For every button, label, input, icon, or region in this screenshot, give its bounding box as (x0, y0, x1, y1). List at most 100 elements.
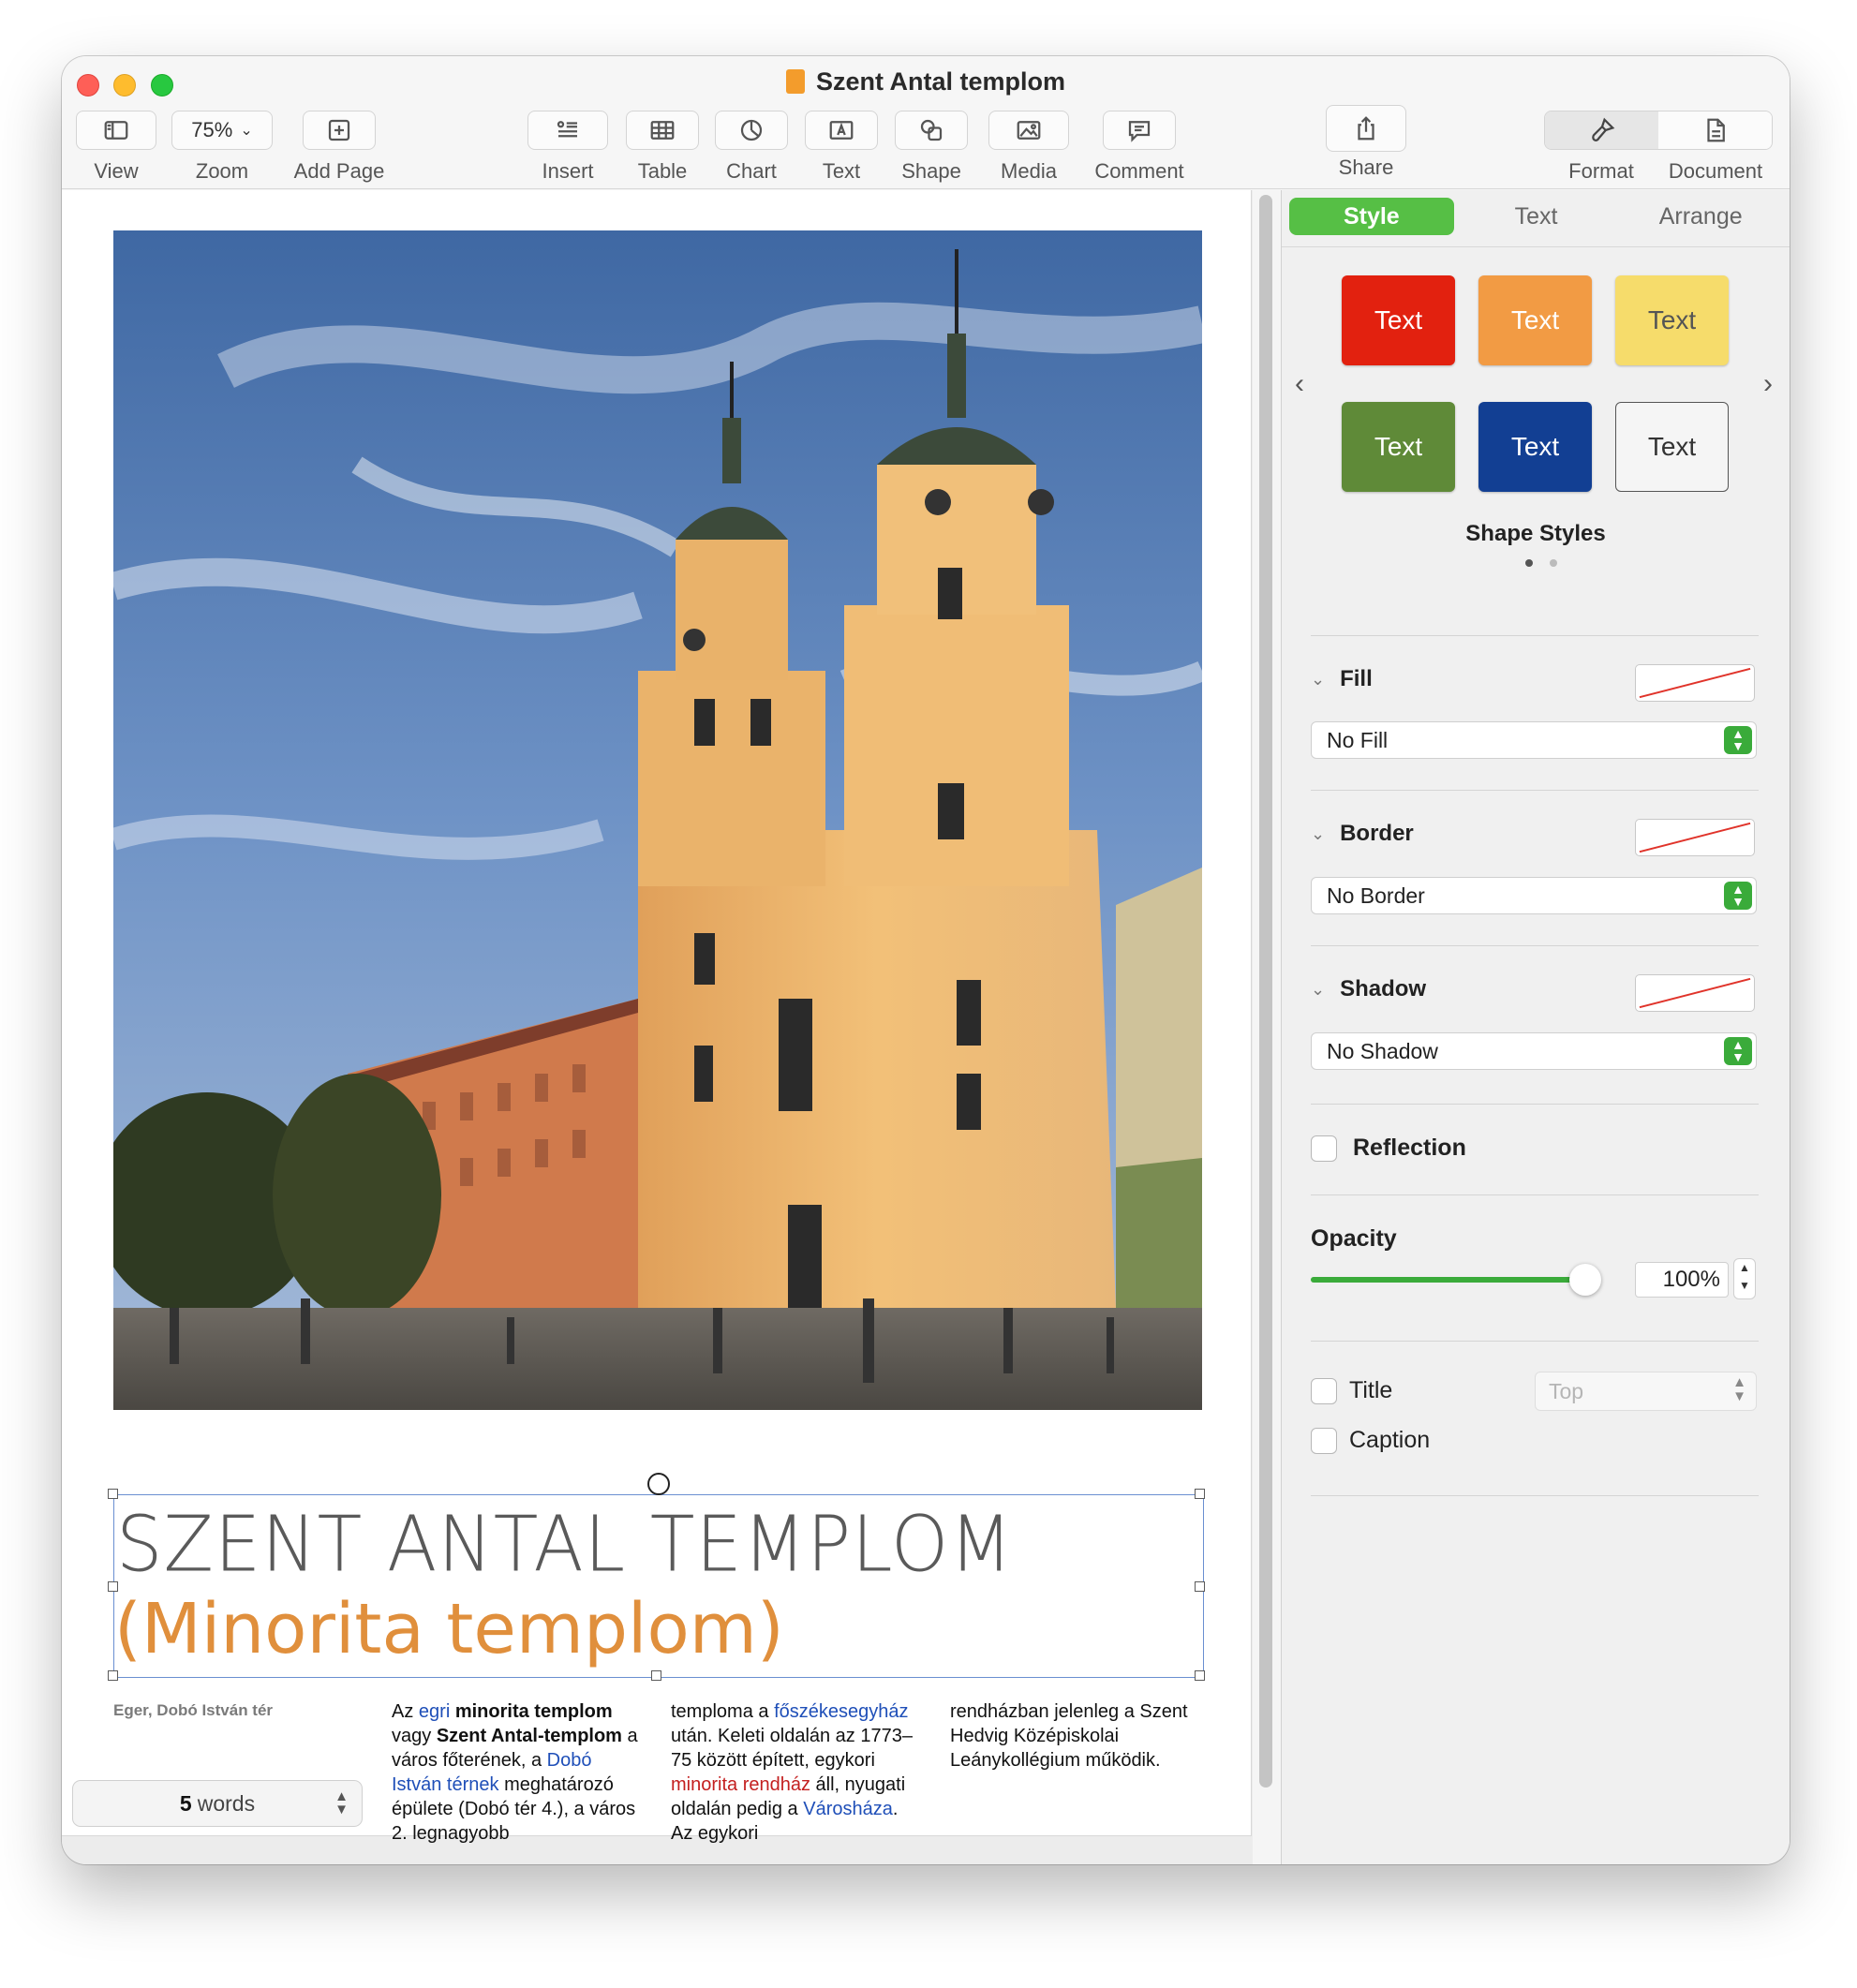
chart-icon[interactable] (715, 111, 788, 150)
body-column-3[interactable]: rendházban jelenleg a Szent Hedvig Közép… (950, 1699, 1201, 1773)
divider (1282, 246, 1790, 247)
table-tool[interactable]: Table (625, 111, 700, 184)
shape-icon[interactable] (895, 111, 968, 150)
title-checkbox-label: Title (1349, 1377, 1393, 1403)
link-foszekesegyhaz[interactable]: főszékesegyház (774, 1701, 908, 1722)
up-down-chevron-icon: ▲ ▼ (1724, 1037, 1752, 1065)
tab-text[interactable]: Text (1454, 198, 1619, 235)
sidebar-icon[interactable] (76, 111, 156, 150)
shape-tool[interactable]: Shape (894, 111, 969, 184)
share-icon[interactable] (1326, 105, 1406, 152)
comment-tool[interactable]: Comment (1088, 111, 1191, 184)
title-text-box[interactable]: SZENT ANTAL TEMPLOM (Minorita templom) (108, 1473, 1205, 1681)
resize-handle[interactable] (1195, 1581, 1205, 1592)
document-label: Document (1668, 159, 1763, 183)
text-box-icon[interactable] (805, 111, 878, 150)
up-down-chevron-icon: ▲ ▼ (1724, 726, 1752, 754)
document-icon[interactable] (1658, 111, 1772, 149)
shape-style-label: Text (1374, 432, 1423, 461)
link-minorita-rendhaz[interactable]: minorita rendház (671, 1774, 810, 1795)
shape-style-outline[interactable]: Text (1615, 402, 1729, 492)
format-inspector: Style Text Arrange ‹ › Text Text Text Te… (1281, 190, 1790, 1864)
chart-tool[interactable]: Chart (714, 111, 789, 184)
paintbrush-icon[interactable] (1545, 111, 1658, 149)
divider (1311, 1104, 1759, 1105)
rotate-handle[interactable] (647, 1473, 670, 1495)
word-count-label: words (197, 1790, 256, 1816)
divider (1311, 790, 1759, 791)
fill-section-header[interactable]: ⌄ Fill (1311, 666, 1373, 692)
body-text: Az (392, 1701, 419, 1722)
insert-icon[interactable] (527, 111, 608, 150)
vertical-scrollbar[interactable] (1259, 195, 1272, 1788)
resize-handle[interactable] (1195, 1489, 1205, 1499)
link-varoshaza[interactable]: Városháza (803, 1799, 893, 1819)
chevron-right-icon[interactable]: › (1763, 368, 1773, 400)
media-tool[interactable]: Media (987, 111, 1071, 184)
fill-color-well[interactable] (1635, 664, 1755, 702)
resize-handle[interactable] (108, 1489, 118, 1499)
tab-style[interactable]: Style (1289, 198, 1454, 235)
tab-arrange[interactable]: Arrange (1618, 198, 1783, 235)
title-checkbox[interactable] (1311, 1378, 1337, 1404)
opacity-field[interactable]: 100% (1635, 1262, 1729, 1298)
add-page-tool[interactable]: Add Page (292, 111, 386, 184)
add-page-label: Add Page (293, 159, 385, 183)
pages-document-icon (785, 69, 805, 94)
zoom-label: Zoom (195, 159, 249, 183)
text-tool[interactable]: Text (804, 111, 879, 184)
shape-style-blue[interactable]: Text (1478, 402, 1592, 492)
shape-style-green[interactable]: Text (1342, 402, 1455, 492)
shape-style-yellow[interactable]: Text (1615, 275, 1729, 365)
caption-checkbox[interactable] (1311, 1428, 1337, 1454)
page-dot-active[interactable] (1525, 559, 1533, 567)
caption-checkbox-label: Caption (1349, 1427, 1431, 1453)
view-tool[interactable]: View (75, 111, 157, 184)
shape-style-label: Text (1647, 305, 1697, 334)
document-page[interactable]: SZENT ANTAL TEMPLOM (Minorita templom) E… (62, 190, 1252, 1844)
shape-style-red[interactable]: Text (1342, 275, 1455, 365)
comment-icon[interactable] (1103, 111, 1176, 150)
document-title[interactable]: SZENT ANTAL TEMPLOM (116, 1501, 1014, 1590)
shape-style-orange[interactable]: Text (1478, 275, 1592, 365)
body-column-2[interactable]: temploma a főszékesegyház után. Keleti o… (671, 1699, 922, 1846)
resize-handle[interactable] (1195, 1670, 1205, 1681)
document-canvas[interactable]: SZENT ANTAL TEMPLOM (Minorita templom) E… (62, 190, 1272, 1864)
share-tool[interactable]: Share (1325, 105, 1407, 180)
border-color-well[interactable] (1635, 819, 1755, 856)
add-page-icon[interactable] (303, 111, 376, 150)
reflection-checkbox[interactable] (1311, 1135, 1337, 1162)
photo-icon[interactable] (988, 111, 1069, 150)
opacity-slider-knob[interactable] (1569, 1264, 1601, 1296)
divider (1311, 635, 1759, 636)
zoom-tool[interactable]: 75% ⌄ Zoom (171, 111, 274, 184)
shadow-popup[interactable]: No Shadow ▲ ▼ (1311, 1032, 1757, 1070)
document-subtitle[interactable]: (Minorita templom) (114, 1589, 784, 1669)
up-down-chevron-icon: ▲ ▼ (1732, 1374, 1746, 1404)
shadow-color-well[interactable] (1635, 974, 1755, 1012)
insert-tool[interactable]: Insert (527, 111, 609, 184)
opacity-slider[interactable] (1311, 1264, 1601, 1296)
shadow-section-header[interactable]: ⌄ Shadow (1311, 976, 1426, 1002)
zoom-popup[interactable]: 75% ⌄ (171, 111, 273, 150)
resize-handle[interactable] (651, 1670, 661, 1681)
format-document-switch: Format Document (1544, 111, 1773, 184)
chart-label: Chart (726, 159, 777, 183)
fill-popup[interactable]: No Fill ▲ ▼ (1311, 721, 1757, 759)
body-text: vagy (392, 1726, 437, 1746)
border-section-header[interactable]: ⌄ Border (1311, 821, 1414, 847)
chevron-down-icon: ⌄ (1311, 979, 1326, 999)
page-dot[interactable] (1550, 559, 1557, 567)
church-photo[interactable] (113, 230, 1202, 1410)
word-count-popup[interactable]: 5 words ▲ ▼ (72, 1780, 363, 1827)
opacity-stepper[interactable]: ▲ ▼ (1733, 1258, 1756, 1299)
border-popup[interactable]: No Border ▲ ▼ (1311, 877, 1757, 914)
divider (1311, 945, 1759, 946)
chevron-left-icon[interactable]: ‹ (1295, 368, 1304, 400)
format-label: Format (1568, 159, 1634, 183)
table-icon[interactable] (626, 111, 699, 150)
link-egri[interactable]: egri (419, 1701, 450, 1722)
window-title: Szent Antal templom (62, 67, 1790, 96)
resize-handle[interactable] (108, 1670, 118, 1681)
body-column-1[interactable]: Az egri minorita templom vagy Szent Anta… (392, 1699, 643, 1846)
